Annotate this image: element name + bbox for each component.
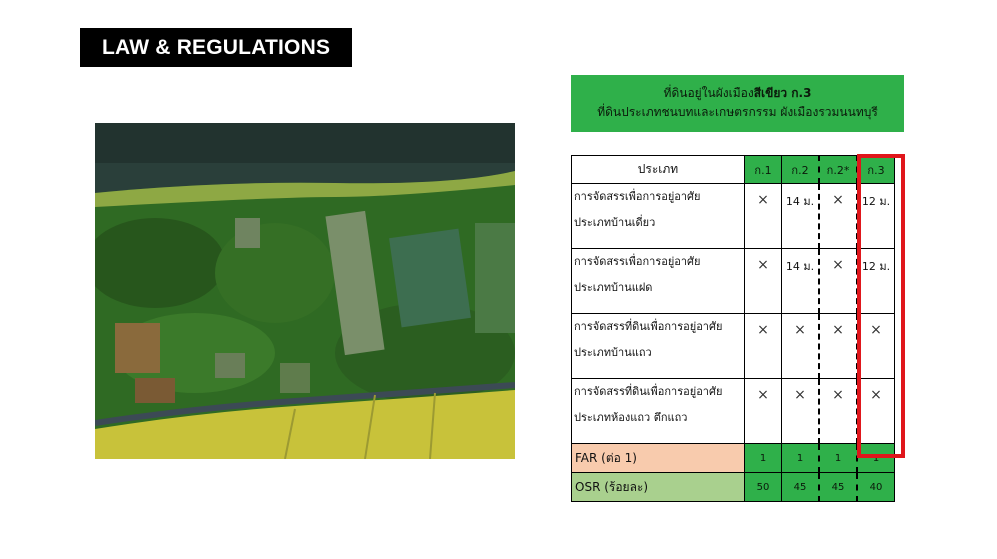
value-cell: × [818,378,858,444]
osr-value: 45 [818,472,858,502]
zone-header: ก.1 [744,155,782,184]
type-cell: การจัดสรรที่ดินเพื่อการอยู่อาศัยประเภทบ้… [571,313,745,379]
regulations-table: ประเภท ก.1 ก.2 ก.2* ก.3 การจัดสรรเพื่อกา… [571,155,895,502]
zone-prefix: ที่ดินอยู่ในผังเมือง [663,86,754,100]
type-line: การจัดสรรเพื่อการอยู่อาศัย [574,190,701,203]
value-cell: 14 ม. [781,183,820,249]
type-line: การจัดสรรเพื่อการอยู่อาศัย [574,255,701,268]
type-cell: การจัดสรรเพื่อการอยู่อาศัยประเภทบ้านแฝด [571,248,745,314]
far-value: 1 [781,443,820,473]
value-cell: × [818,183,858,249]
value-cell: × [856,378,895,444]
osr-label: OSR (ร้อยละ) [571,472,745,502]
type-line: ประเภทบ้านเดี่ยว [574,216,656,229]
zone-header: ก.3 [856,155,895,184]
osr-value: 40 [856,472,895,502]
type-cell: การจัดสรรที่ดินเพื่อการอยู่อาศัยประเภทห้… [571,378,745,444]
zone-line-2: ที่ดินประเภทชนบทและเกษตรกรรม ผังเมืองรวม… [597,105,878,119]
type-header: ประเภท [571,155,745,184]
zone-code: สีเขียว ก.3 [753,86,812,100]
far-row: FAR (ต่อ 1) 1 1 1 1 [571,443,895,473]
table-row: การจัดสรรที่ดินเพื่อการอยู่อาศัยประเภทบ้… [571,313,895,379]
type-line: การจัดสรรที่ดินเพื่อการอยู่อาศัย [574,320,723,333]
value-cell: × [744,248,782,314]
type-line: ประเภทบ้านแถว [574,346,652,359]
value-cell: × [781,378,820,444]
value-cell: × [856,313,895,379]
osr-row: OSR (ร้อยละ) 50 45 45 40 [571,472,895,502]
type-line: การจัดสรรที่ดินเพื่อการอยู่อาศัย [574,385,723,398]
value-cell: 12 ม. [856,183,895,249]
value-cell: 12 ม. [856,248,895,314]
far-value: 1 [744,443,782,473]
osr-value: 50 [744,472,782,502]
value-cell: 14 ม. [781,248,820,314]
table-header-row: ประเภท ก.1 ก.2 ก.2* ก.3 [571,155,895,184]
aerial-site-map [95,123,515,459]
value-cell: × [744,313,782,379]
table-row: การจัดสรรที่ดินเพื่อการอยู่อาศัยประเภทห้… [571,378,895,444]
osr-value: 45 [781,472,820,502]
value-cell: × [818,313,858,379]
zone-info-box: ที่ดินอยู่ในผังเมืองสีเขียว ก.3 ที่ดินปร… [571,75,904,132]
far-value: 1 [818,443,858,473]
type-line: ประเภทห้องแถว ตึกแถว [574,411,688,424]
zone-header: ก.2* [818,155,858,184]
type-line: ประเภทบ้านแฝด [574,281,653,294]
zone-line-1: ที่ดินอยู่ในผังเมืองสีเขียว ก.3 [571,84,904,103]
value-cell: × [781,313,820,379]
far-label: FAR (ต่อ 1) [571,443,745,473]
value-cell: × [744,378,782,444]
table-row: การจัดสรรเพื่อการอยู่อาศัยประเภทบ้านเดี่… [571,183,895,249]
table-row: การจัดสรรเพื่อการอยู่อาศัย ประเภทบ้านแฝด … [571,248,895,314]
far-value: 1 [856,443,895,473]
page-title: LAW & REGULATIONS [80,28,352,67]
type-cell: การจัดสรรเพื่อการอยู่อาศัยประเภทบ้านเดี่… [571,183,745,249]
value-cell: × [744,183,782,249]
value-cell: × [818,248,858,314]
zone-header: ก.2 [781,155,820,184]
